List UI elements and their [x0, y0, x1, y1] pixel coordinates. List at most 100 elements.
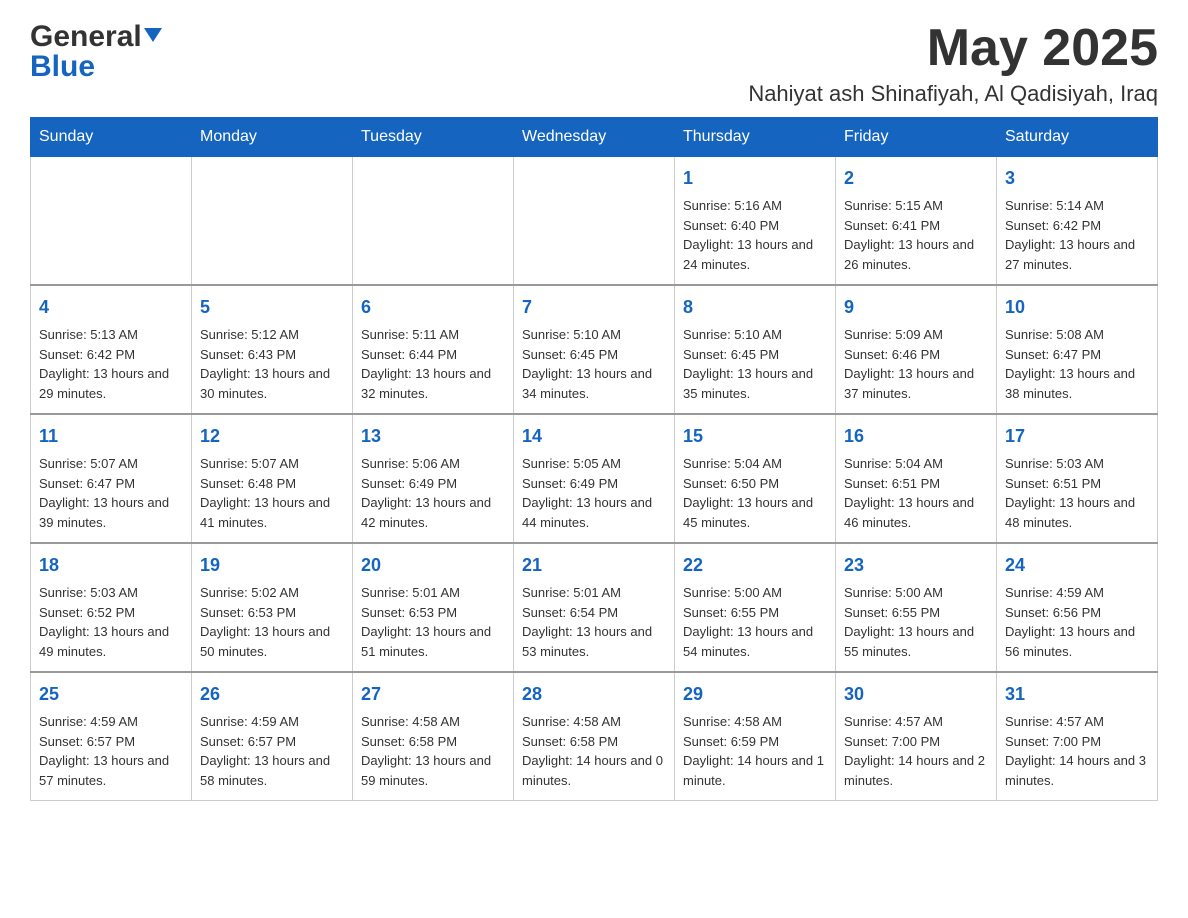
day-number: 2	[844, 165, 988, 192]
day-number: 10	[1005, 294, 1149, 321]
table-row: 8 Sunrise: 5:10 AM Sunset: 6:45 PM Daylig…	[675, 285, 836, 414]
day-info: Sunrise: 5:03 AM Sunset: 6:51 PM Dayligh…	[1005, 454, 1149, 532]
day-info: Sunrise: 5:04 AM Sunset: 6:50 PM Dayligh…	[683, 454, 827, 532]
month-title: May 2025	[748, 20, 1158, 77]
calendar-week-row: 1 Sunrise: 5:16 AM Sunset: 6:40 PM Daylig…	[31, 157, 1158, 286]
logo-triangle	[144, 28, 162, 42]
day-number: 28	[522, 681, 666, 708]
header-friday: Friday	[836, 118, 997, 157]
day-number: 23	[844, 552, 988, 579]
day-info: Sunrise: 5:10 AM Sunset: 6:45 PM Dayligh…	[522, 325, 666, 403]
table-row: 25Sunrise: 4:59 AM Sunset: 6:57 PM Dayli…	[31, 672, 192, 801]
page-header: General Blue May 2025 Nahiyat ash Shinaf…	[30, 20, 1158, 107]
day-info: Sunrise: 4:58 AM Sunset: 6:58 PM Dayligh…	[361, 712, 505, 790]
day-info: Sunrise: 5:10 AM Sunset: 6:45 PM Dayligh…	[683, 325, 827, 403]
day-info: Sunrise: 5:07 AM Sunset: 6:47 PM Dayligh…	[39, 454, 183, 532]
day-info: Sunrise: 5:01 AM Sunset: 6:54 PM Dayligh…	[522, 583, 666, 661]
day-number: 7	[522, 294, 666, 321]
table-row: 27 Sunrise: 4:58 AM Sunset: 6:58 PM Dayli…	[353, 672, 514, 801]
day-number: 17	[1005, 423, 1149, 450]
table-row: 15Sunrise: 5:04 AM Sunset: 6:50 PM Dayli…	[675, 414, 836, 543]
day-number: 3	[1005, 165, 1149, 192]
table-row: 14Sunrise: 5:05 AM Sunset: 6:49 PM Dayli…	[514, 414, 675, 543]
table-row: 2Sunrise: 5:15 AM Sunset: 6:41 PM Daylig…	[836, 157, 997, 286]
calendar-week-row: 4 Sunrise: 5:13 AM Sunset: 6:42 PM Daylig…	[31, 285, 1158, 414]
day-number: 20	[361, 552, 505, 579]
day-number: 18	[39, 552, 183, 579]
table-row: 17 Sunrise: 5:03 AM Sunset: 6:51 PM Dayli…	[997, 414, 1158, 543]
day-info: Sunrise: 4:58 AM Sunset: 6:59 PM Dayligh…	[683, 712, 827, 790]
logo: General Blue	[30, 20, 162, 84]
day-info: Sunrise: 4:59 AM Sunset: 6:56 PM Dayligh…	[1005, 583, 1149, 661]
day-info: Sunrise: 5:14 AM Sunset: 6:42 PM Dayligh…	[1005, 196, 1149, 274]
table-row: 1 Sunrise: 5:16 AM Sunset: 6:40 PM Daylig…	[675, 157, 836, 286]
day-number: 29	[683, 681, 827, 708]
table-row: 7 Sunrise: 5:10 AM Sunset: 6:45 PM Daylig…	[514, 285, 675, 414]
table-row: 13Sunrise: 5:06 AM Sunset: 6:49 PM Dayli…	[353, 414, 514, 543]
day-number: 5	[200, 294, 344, 321]
day-number: 6	[361, 294, 505, 321]
calendar-week-row: 18Sunrise: 5:03 AM Sunset: 6:52 PM Dayli…	[31, 543, 1158, 672]
table-row: 16Sunrise: 5:04 AM Sunset: 6:51 PM Dayli…	[836, 414, 997, 543]
table-row: 23 Sunrise: 5:00 AM Sunset: 6:55 PM Dayli…	[836, 543, 997, 672]
calendar-table: Sunday Monday Tuesday Wednesday Thursday…	[30, 117, 1158, 801]
day-number: 11	[39, 423, 183, 450]
title-section: May 2025 Nahiyat ash Shinafiyah, Al Qadi…	[748, 20, 1158, 107]
logo-text-general: General	[30, 20, 142, 54]
table-row: 6 Sunrise: 5:11 AM Sunset: 6:44 PM Daylig…	[353, 285, 514, 414]
table-row: 30Sunrise: 4:57 AM Sunset: 7:00 PM Dayli…	[836, 672, 997, 801]
table-row: 19 Sunrise: 5:02 AM Sunset: 6:53 PM Dayli…	[192, 543, 353, 672]
table-row: 24 Sunrise: 4:59 AM Sunset: 6:56 PM Dayli…	[997, 543, 1158, 672]
header-tuesday: Tuesday	[353, 118, 514, 157]
day-number: 24	[1005, 552, 1149, 579]
day-number: 22	[683, 552, 827, 579]
table-row: 21 Sunrise: 5:01 AM Sunset: 6:54 PM Dayli…	[514, 543, 675, 672]
table-row: 3 Sunrise: 5:14 AM Sunset: 6:42 PM Daylig…	[997, 157, 1158, 286]
day-info: Sunrise: 5:00 AM Sunset: 6:55 PM Dayligh…	[683, 583, 827, 661]
day-number: 30	[844, 681, 988, 708]
day-number: 19	[200, 552, 344, 579]
header-saturday: Saturday	[997, 118, 1158, 157]
day-info: Sunrise: 5:08 AM Sunset: 6:47 PM Dayligh…	[1005, 325, 1149, 403]
header-sunday: Sunday	[31, 118, 192, 157]
table-row: 18Sunrise: 5:03 AM Sunset: 6:52 PM Dayli…	[31, 543, 192, 672]
day-info: Sunrise: 5:07 AM Sunset: 6:48 PM Dayligh…	[200, 454, 344, 532]
calendar-week-row: 11 Sunrise: 5:07 AM Sunset: 6:47 PM Dayli…	[31, 414, 1158, 543]
day-info: Sunrise: 5:02 AM Sunset: 6:53 PM Dayligh…	[200, 583, 344, 661]
table-row: 12Sunrise: 5:07 AM Sunset: 6:48 PM Dayli…	[192, 414, 353, 543]
day-number: 14	[522, 423, 666, 450]
table-row: 26 Sunrise: 4:59 AM Sunset: 6:57 PM Dayli…	[192, 672, 353, 801]
day-info: Sunrise: 5:11 AM Sunset: 6:44 PM Dayligh…	[361, 325, 505, 403]
day-number: 27	[361, 681, 505, 708]
table-row: 22 Sunrise: 5:00 AM Sunset: 6:55 PM Dayli…	[675, 543, 836, 672]
logo-text-blue: Blue	[30, 50, 95, 84]
table-row: 9 Sunrise: 5:09 AM Sunset: 6:46 PM Daylig…	[836, 285, 997, 414]
day-info: Sunrise: 5:00 AM Sunset: 6:55 PM Dayligh…	[844, 583, 988, 661]
table-row: 11 Sunrise: 5:07 AM Sunset: 6:47 PM Dayli…	[31, 414, 192, 543]
day-info: Sunrise: 4:59 AM Sunset: 6:57 PM Dayligh…	[200, 712, 344, 790]
day-number: 1	[683, 165, 827, 192]
header-thursday: Thursday	[675, 118, 836, 157]
day-info: Sunrise: 5:04 AM Sunset: 6:51 PM Dayligh…	[844, 454, 988, 532]
table-row: 10 Sunrise: 5:08 AM Sunset: 6:47 PM Dayli…	[997, 285, 1158, 414]
day-info: Sunrise: 4:57 AM Sunset: 7:00 PM Dayligh…	[1005, 712, 1149, 790]
day-number: 9	[844, 294, 988, 321]
table-row: 4 Sunrise: 5:13 AM Sunset: 6:42 PM Daylig…	[31, 285, 192, 414]
day-info: Sunrise: 5:06 AM Sunset: 6:49 PM Dayligh…	[361, 454, 505, 532]
table-row: 5Sunrise: 5:12 AM Sunset: 6:43 PM Daylig…	[192, 285, 353, 414]
table-row	[514, 157, 675, 286]
calendar-week-row: 25Sunrise: 4:59 AM Sunset: 6:57 PM Dayli…	[31, 672, 1158, 801]
day-info: Sunrise: 5:16 AM Sunset: 6:40 PM Dayligh…	[683, 196, 827, 274]
day-number: 26	[200, 681, 344, 708]
day-number: 4	[39, 294, 183, 321]
table-row: 29 Sunrise: 4:58 AM Sunset: 6:59 PM Dayli…	[675, 672, 836, 801]
table-row	[353, 157, 514, 286]
day-number: 8	[683, 294, 827, 321]
table-row: 31Sunrise: 4:57 AM Sunset: 7:00 PM Dayli…	[997, 672, 1158, 801]
table-row	[192, 157, 353, 286]
day-info: Sunrise: 5:09 AM Sunset: 6:46 PM Dayligh…	[844, 325, 988, 403]
day-number: 21	[522, 552, 666, 579]
day-info: Sunrise: 5:01 AM Sunset: 6:53 PM Dayligh…	[361, 583, 505, 661]
day-info: Sunrise: 5:13 AM Sunset: 6:42 PM Dayligh…	[39, 325, 183, 403]
header-wednesday: Wednesday	[514, 118, 675, 157]
